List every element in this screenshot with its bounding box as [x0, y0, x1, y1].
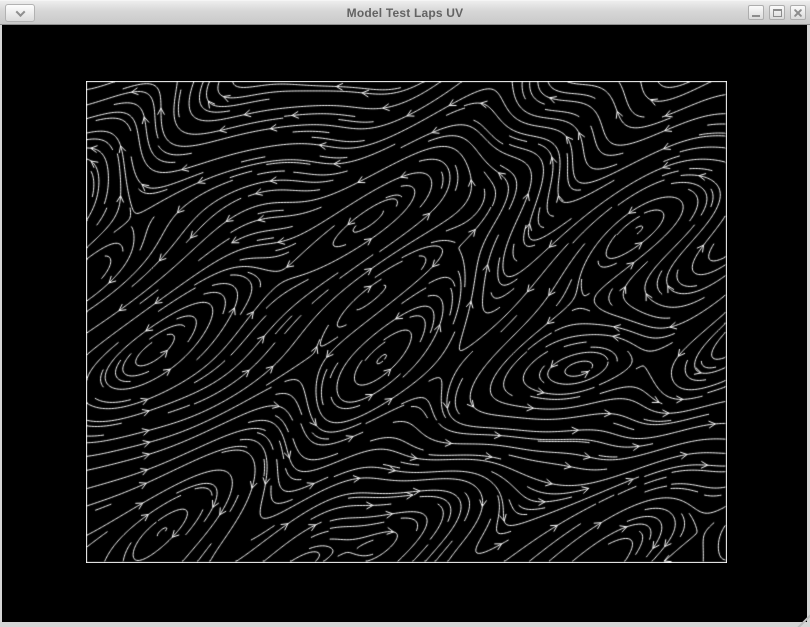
streamline-plot-canvas: [86, 81, 727, 563]
maximize-icon: [773, 9, 782, 17]
resize-grip[interactable]: [796, 613, 810, 627]
close-icon: [793, 8, 803, 18]
minimize-button[interactable]: [748, 5, 764, 20]
plot-client-area: [2, 25, 807, 622]
close-button[interactable]: [790, 5, 806, 20]
minimize-icon: [752, 15, 760, 17]
titlebar[interactable]: Model Test Laps UV: [0, 0, 810, 25]
window-controls: [748, 5, 806, 20]
maximize-button[interactable]: [769, 5, 785, 20]
window-title: Model Test Laps UV: [0, 6, 810, 20]
app-window: Model Test Laps UV: [0, 0, 810, 627]
